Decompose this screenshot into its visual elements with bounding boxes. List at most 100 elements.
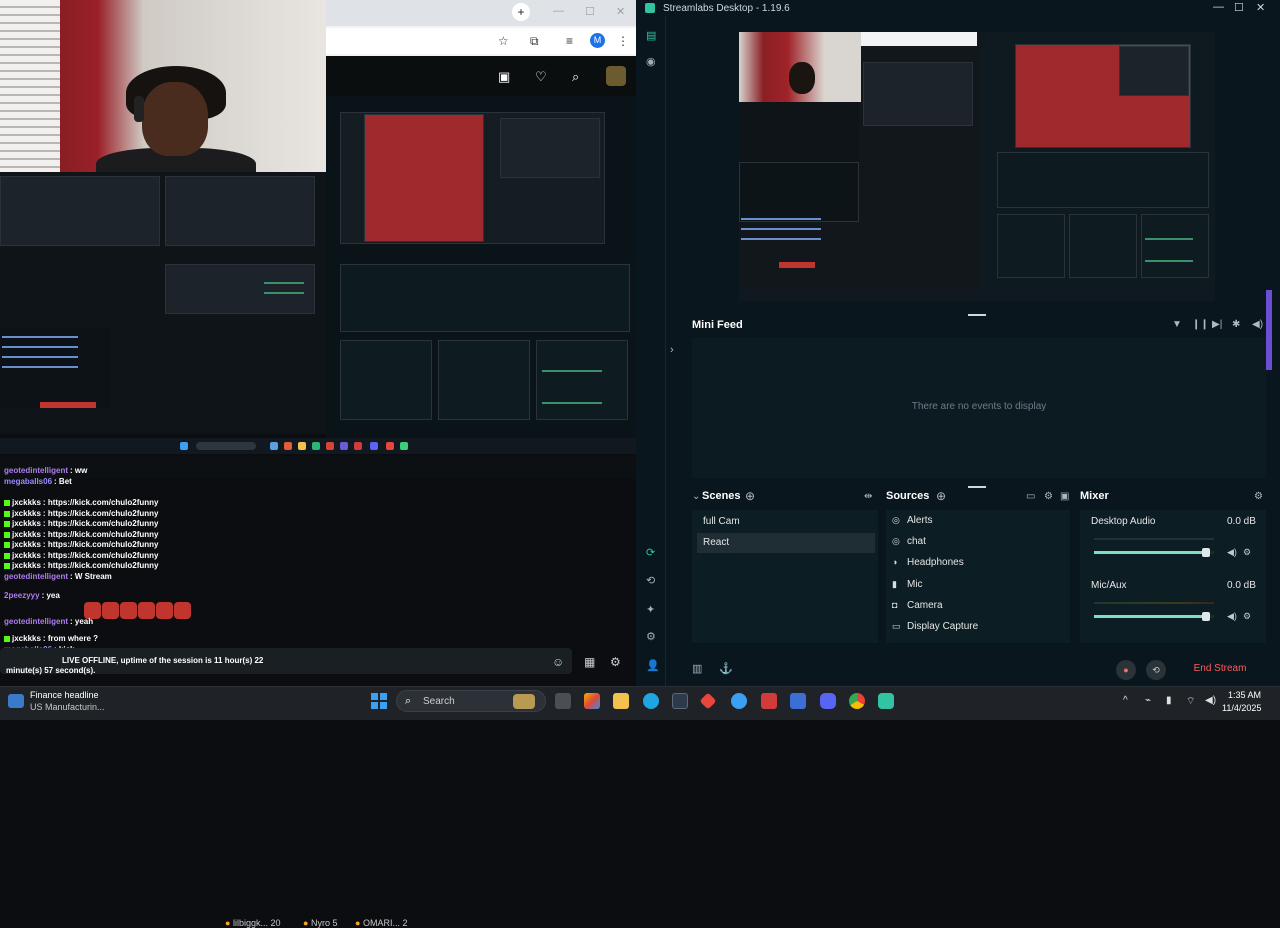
minimize-button[interactable]: —	[1213, 1, 1224, 13]
speaker-icon[interactable]: ◀)	[1205, 695, 1216, 706]
profile-avatar[interactable]: M	[590, 33, 605, 48]
settings-icon[interactable]: ⚙	[646, 630, 656, 643]
bookmark-star-icon[interactable]: ☆	[498, 34, 509, 48]
heart-icon[interactable]: ♡	[535, 69, 547, 85]
gift-icon[interactable]: ▣	[498, 69, 510, 85]
user-avatar[interactable]	[606, 66, 626, 86]
studio-mode-icon[interactable]: ⟲	[646, 574, 655, 587]
widgets-icon[interactable]	[8, 694, 24, 708]
chat-message: jxckkks: https://kick.com/chulo2funny	[4, 561, 159, 570]
maximize-button[interactable]: ☐	[1234, 1, 1244, 14]
widget-headline[interactable]: Finance headline	[30, 690, 99, 700]
copilot-icon[interactable]	[584, 693, 600, 709]
scene-transitions-icon[interactable]: ⇹	[864, 491, 872, 502]
source-item[interactable]: ◎ chat	[892, 536, 926, 547]
gift-sub-icon[interactable]: ▦	[584, 655, 595, 669]
widget-subline[interactable]: US Manufacturin...	[30, 702, 105, 712]
minimize-button[interactable]: —	[553, 5, 564, 17]
nested-search-box	[196, 442, 256, 450]
replay-buffer-button[interactable]: ⟲	[1146, 660, 1166, 680]
profile-icon[interactable]: 👤	[646, 659, 660, 672]
end-stream-button[interactable]: End Stream	[1182, 660, 1258, 678]
network-off-icon[interactable]: ⌁	[1145, 695, 1151, 706]
pause-icon[interactable]: ❙❙	[1192, 319, 1209, 330]
wifi-icon[interactable]: ⌔	[1186, 695, 1195, 708]
source-item[interactable]: ◎ Alerts	[892, 515, 933, 526]
leaderboard-entry[interactable]: ● OMARI... 2	[355, 918, 408, 928]
nested-app-icon	[284, 442, 292, 450]
emoji-icon[interactable]: ☺	[552, 655, 564, 669]
chevron-up-icon[interactable]: ^	[1123, 695, 1128, 706]
leaderboard-entry[interactable]: ● Nyro 5	[303, 918, 338, 928]
task-view-icon[interactable]	[555, 693, 571, 709]
windows-start-icon[interactable]	[371, 693, 387, 709]
discord-icon[interactable]	[820, 693, 836, 709]
volume-slider[interactable]	[1094, 548, 1214, 557]
close-button[interactable]: ✕	[616, 5, 625, 18]
folder-icon[interactable]: ▭	[1026, 491, 1035, 502]
layout-icon[interactable]: ⟳	[646, 546, 655, 559]
nested-emote-row	[40, 402, 96, 408]
resize-handle[interactable]	[968, 486, 986, 488]
performance-icon[interactable]: ▥	[692, 662, 702, 675]
volume-slider-knob[interactable]	[1202, 612, 1210, 621]
new-tab-button[interactable]: +	[512, 3, 530, 21]
volume-slider-fill	[1094, 551, 1208, 554]
maximize-button[interactable]: ☐	[585, 5, 595, 18]
volume-icon[interactable]: ◀)	[1252, 319, 1263, 330]
scene-item[interactable]: full Cam	[697, 512, 875, 532]
editor-icon[interactable]: ▤	[646, 29, 656, 42]
search-icon[interactable]: ⌕	[572, 69, 579, 85]
bot-message-line: minute(s) 57 second(s).	[6, 666, 96, 675]
add-scene-icon[interactable]: ⊕	[745, 489, 755, 503]
source-item[interactable]: ◘ Camera	[892, 600, 943, 611]
source-item[interactable]: ▭ Display Capture	[892, 621, 978, 632]
help-icon[interactable]	[731, 693, 747, 709]
scene-item-selected[interactable]: React	[697, 533, 875, 553]
leaderboard-entry[interactable]: ● lilbiggk... 20	[225, 918, 281, 928]
scrollbar-thumb[interactable]	[1266, 290, 1272, 370]
clock-date[interactable]: 11/4/2025	[1222, 703, 1261, 713]
store-icon[interactable]	[672, 693, 688, 709]
chrome-icon[interactable]	[849, 693, 865, 709]
mute-alerts-icon[interactable]: ✱	[1232, 319, 1240, 330]
app-icon[interactable]	[790, 693, 806, 709]
chat-settings-icon[interactable]: ⚙	[610, 655, 621, 669]
volume-slider-knob[interactable]	[1202, 548, 1210, 557]
channel-settings-icon[interactable]: ⚙	[1243, 547, 1251, 558]
record-button[interactable]: ●	[1116, 660, 1136, 680]
theme-store-icon[interactable]: ◉	[646, 55, 656, 68]
chat-input[interactable]: LIVE OFFLINE, uptime of the session is 1…	[0, 648, 572, 675]
source-settings-icon[interactable]: ⚙	[1044, 491, 1053, 502]
stream-preview[interactable]	[739, 32, 1215, 301]
test-widgets-icon[interactable]: ⚓	[719, 662, 733, 675]
streamlabs-icon[interactable]	[878, 693, 894, 709]
extensions-icon[interactable]: ≡	[566, 34, 573, 48]
volume-icon[interactable]: ◀)	[1227, 611, 1237, 622]
screenshot-icon[interactable]: ⧉	[530, 34, 539, 49]
edge-icon[interactable]	[643, 693, 659, 709]
mini-feed: Mini Feed ▼ ❙❙ ▶| ✱ ◀) There are no even…	[692, 316, 1266, 478]
highlighter-icon[interactable]: ✦	[646, 603, 655, 616]
clock-time[interactable]: 1:35 AM	[1228, 690, 1261, 700]
source-item[interactable]: ▮ Mic	[892, 579, 923, 590]
chevron-down-icon[interactable]: ⌄	[692, 491, 700, 502]
filter-icon[interactable]: ▼	[1172, 319, 1182, 330]
channel-settings-icon[interactable]: ⚙	[1243, 611, 1251, 622]
add-source-icon[interactable]: ⊕	[936, 489, 946, 503]
file-explorer-icon[interactable]	[613, 693, 629, 709]
mcafee-icon[interactable]	[761, 693, 777, 709]
volume-icon[interactable]: ◀)	[1227, 547, 1237, 558]
chevron-right-icon[interactable]: ›	[670, 344, 674, 356]
browser-menu-icon[interactable]: ⋮	[617, 34, 629, 48]
close-button[interactable]: ✕	[1256, 1, 1265, 14]
source-item[interactable]: ◑ Headphones	[892, 557, 964, 568]
volume-slider[interactable]	[1094, 612, 1214, 621]
lock-icon[interactable]: ▣	[1060, 491, 1069, 502]
subscriber-badge-icon	[4, 510, 10, 517]
taskbar-search[interactable]: ⌕ Search	[396, 690, 546, 712]
emote-icon	[174, 602, 191, 619]
microphone-icon[interactable]: ▮	[1166, 695, 1172, 706]
mixer-settings-icon[interactable]: ⚙	[1254, 491, 1263, 502]
skip-icon[interactable]: ▶|	[1212, 319, 1222, 330]
